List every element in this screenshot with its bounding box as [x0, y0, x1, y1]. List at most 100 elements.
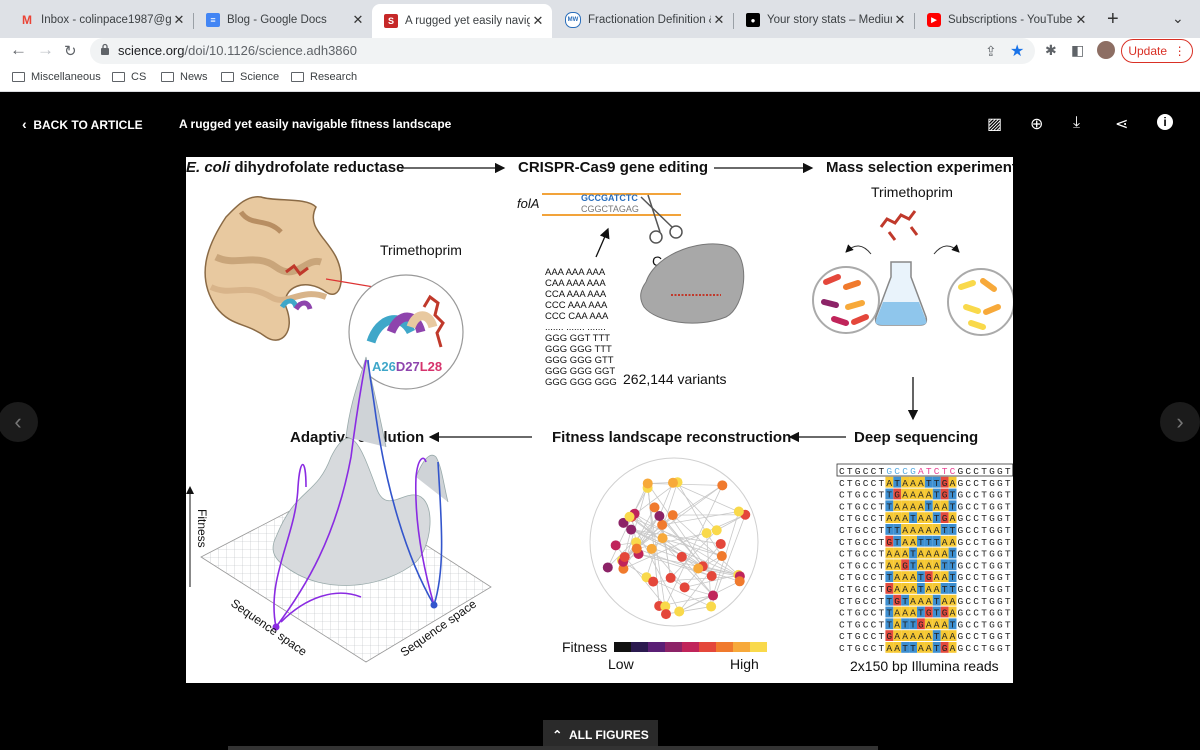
tab-google-docs[interactable]: ≡ Blog - Google Docs ✕ [194, 6, 372, 34]
network-node [733, 506, 744, 517]
close-icon[interactable]: ✕ [530, 13, 546, 29]
base-letter: G [958, 501, 964, 512]
bookmark-research[interactable]: Research [291, 71, 357, 83]
base-letter: T [1005, 549, 1011, 560]
base-letter: G [958, 608, 964, 619]
figure-image[interactable]: E. coli dihydrofolate reductase CRISPR-C… [186, 157, 1013, 683]
docs-icon: ≡ [206, 13, 220, 27]
scale-swatch [614, 642, 631, 652]
bookmark-label: News [180, 71, 208, 83]
previous-figure-button[interactable]: ‹ [0, 402, 38, 442]
base-letter: G [989, 631, 995, 642]
base-letter: T [950, 501, 956, 512]
base-letter: G [942, 513, 948, 524]
reload-icon[interactable]: ↻ [64, 42, 77, 60]
tab-merriam-webster[interactable]: MW Fractionation Definition & M ✕ [553, 6, 733, 34]
tab-science-active[interactable]: S A rugged yet easily navigab ✕ [372, 4, 552, 38]
base-letter: C [965, 560, 971, 571]
back-to-article-link[interactable]: ‹ BACK TO ARTICLE [22, 116, 143, 132]
base-letter: T [981, 596, 987, 607]
base-letter: T [1005, 584, 1011, 595]
panel1-title: E. coli dihydrofolate reductase [186, 159, 404, 176]
scale-swatch [716, 642, 733, 652]
address-bar[interactable]: science.org/doi/10.1126/science.adh3860 … [90, 38, 1035, 64]
close-icon[interactable]: ✕ [1073, 12, 1089, 28]
next-figure-button[interactable]: › [1160, 402, 1200, 442]
bookmark-science[interactable]: Science [221, 71, 279, 83]
base-letter: A [926, 631, 932, 642]
update-button[interactable]: Update ⋮ [1121, 39, 1193, 63]
folder-icon [112, 72, 125, 82]
chevron-down-icon[interactable]: ⌄ [1172, 10, 1184, 27]
base-letter: A [918, 478, 924, 489]
base-letter: T [879, 596, 885, 607]
download-icon[interactable]: ⤓ [1073, 114, 1080, 132]
base-letter: A [918, 596, 924, 607]
extensions-puzzle-icon[interactable]: ✱ [1045, 42, 1057, 59]
fitness-axis-label: Fitness [195, 509, 209, 548]
close-icon[interactable]: ✕ [892, 12, 908, 28]
close-icon[interactable]: ✕ [711, 12, 727, 28]
base-letter: C [863, 537, 869, 548]
network-node [654, 511, 665, 522]
info-icon[interactable]: i [1157, 114, 1173, 130]
base-letter: T [950, 584, 956, 595]
gmail-icon: M [22, 13, 32, 27]
tab-title: Inbox - colinpace1987@gm [41, 14, 171, 26]
tab-medium[interactable]: ● Your story stats – Medium ✕ [734, 6, 914, 34]
base-letter: A [894, 549, 900, 560]
base-letter: C [973, 501, 979, 512]
codon-line: GGG GGG GGG [545, 377, 617, 388]
forward-arrow-icon[interactable]: → [37, 40, 54, 60]
network-edge [672, 482, 718, 531]
scrollbar[interactable] [228, 746, 878, 750]
new-tab-plus-icon[interactable]: + [1107, 8, 1119, 31]
base-letter: G [886, 537, 892, 548]
youtube-icon: ▶ [927, 13, 941, 27]
trimethoprim-molecule [879, 210, 919, 241]
base-letter: C [863, 525, 869, 536]
base-letter: T [981, 490, 987, 501]
base-letter: T [981, 537, 987, 548]
base-letter: T [886, 572, 892, 583]
bookmark-news[interactable]: News [161, 71, 208, 83]
zoom-in-icon[interactable]: ⊕ [1030, 114, 1043, 134]
base-letter: C [863, 560, 869, 571]
close-icon[interactable]: ✕ [171, 12, 187, 28]
base-letter: G [855, 631, 861, 642]
base-letter: A [910, 490, 916, 501]
base-letter: G [958, 549, 964, 560]
avatar[interactable] [1097, 41, 1115, 59]
image-icon[interactable]: ▨ [987, 114, 1002, 134]
codon-line: GGG GGG GTT [545, 355, 614, 366]
base-letter: G [989, 584, 995, 595]
back-arrow-icon[interactable]: ← [10, 40, 27, 60]
codon-line: CAA AAA AAA [545, 278, 606, 289]
base-letter: G [958, 631, 964, 642]
base-letter: G [997, 608, 1003, 619]
base-letter: C [965, 466, 971, 477]
base-letter: G [886, 466, 892, 477]
tab-gmail[interactable]: M Inbox - colinpace1987@gm ✕ [8, 6, 193, 34]
base-letter: G [997, 478, 1003, 489]
landscape-peak [415, 454, 449, 503]
base-letter: T [902, 596, 908, 607]
close-icon[interactable]: ✕ [350, 12, 366, 28]
share-icon[interactable]: ⋖ [1115, 114, 1128, 134]
base-letter: A [934, 560, 940, 571]
bookmark-cs[interactable]: CS [112, 71, 146, 83]
base-letter: A [910, 596, 916, 607]
bookmark-star-icon[interactable]: ★ [1010, 41, 1024, 61]
side-panel-icon[interactable]: ◧ [1071, 42, 1084, 59]
base-letter: T [1005, 596, 1011, 607]
panel5-title: Fitness landscape reconstruction [552, 429, 791, 446]
bookmark-miscellaneous[interactable]: Miscellaneous [12, 71, 101, 83]
base-letter: A [910, 608, 916, 619]
scale-swatch [733, 642, 750, 652]
share-icon[interactable]: ⇪ [985, 43, 997, 60]
base-letter: C [871, 608, 877, 619]
base-letter: G [855, 513, 861, 524]
tab-youtube[interactable]: ▶ Subscriptions - YouTube ✕ [915, 6, 1095, 34]
base-letter: C [839, 466, 845, 477]
base-letter: T [879, 537, 885, 548]
